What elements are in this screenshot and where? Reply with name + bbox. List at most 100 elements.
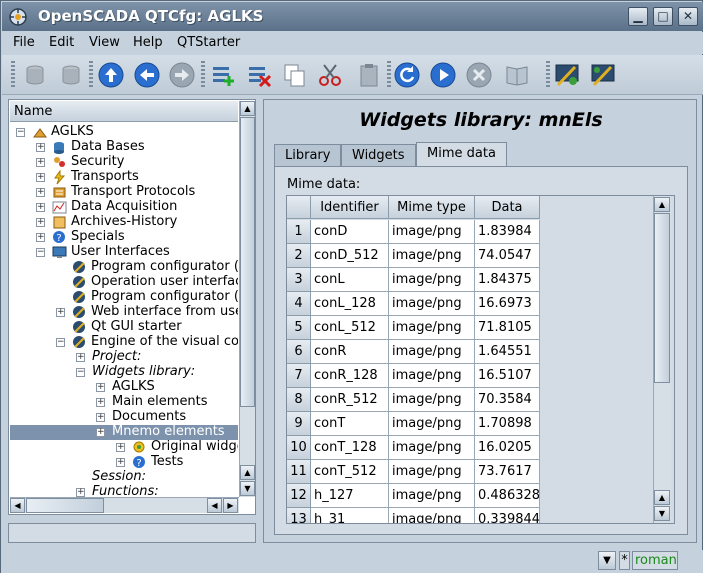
cell-mime-type[interactable]: image/png	[389, 340, 475, 364]
status-menu-icon[interactable]: ▼	[598, 551, 616, 570]
table-row[interactable]: 1 conD image/png 1.83984	[287, 220, 657, 244]
table-row[interactable]: 11 conT_512 image/png 73.7617	[287, 460, 657, 484]
close-button[interactable]: ✕	[678, 7, 698, 26]
cell-data[interactable]: 1.64551	[475, 340, 540, 364]
row-number[interactable]: 8	[287, 388, 311, 412]
add-item-icon[interactable]	[209, 61, 237, 89]
tree-item[interactable]: + AGLKS	[10, 380, 238, 395]
column-header-mime-type[interactable]: Mime type	[389, 196, 475, 219]
cell-data[interactable]: 1.84375	[475, 268, 540, 292]
expand-icon[interactable]: +	[36, 143, 45, 152]
scroll-left-arrow-icon[interactable]: ◀	[207, 498, 222, 513]
toolbar-grip[interactable]	[11, 61, 15, 89]
table-row[interactable]: 4 conL_128 image/png 16.6973	[287, 292, 657, 316]
cell-mime-type[interactable]: image/png	[389, 268, 475, 292]
row-number[interactable]: 2	[287, 244, 311, 268]
table-corner[interactable]	[287, 196, 311, 219]
table-row[interactable]: 7 conR_128 image/png 16.5107	[287, 364, 657, 388]
toolbar-grip[interactable]	[546, 61, 550, 89]
expand-icon[interactable]: +	[116, 443, 125, 452]
cell-identifier[interactable]: h_31	[311, 508, 389, 523]
navigation-tree[interactable]: − AGLKS + Data Bases + Security + Transports + Tr…	[10, 123, 238, 497]
row-number[interactable]: 3	[287, 268, 311, 292]
menu-edit[interactable]: Edit	[49, 35, 74, 50]
scroll-down-arrow-icon[interactable]: ▼	[654, 506, 670, 521]
table-row[interactable]: 6 conR image/png 1.64551	[287, 340, 657, 364]
cell-identifier[interactable]: conR_128	[311, 364, 389, 388]
expand-icon[interactable]: +	[96, 398, 105, 407]
expand-icon[interactable]: +	[96, 413, 105, 422]
cell-identifier[interactable]: conD	[311, 220, 389, 244]
collapse-icon[interactable]: −	[16, 128, 25, 137]
menu-file[interactable]: File	[13, 35, 35, 50]
column-header-identifier[interactable]: Identifier	[311, 196, 389, 219]
cell-data[interactable]: 0.339844	[475, 508, 540, 523]
tab-library[interactable]: Library	[274, 144, 342, 166]
scroll-thumb[interactable]	[240, 117, 255, 407]
expand-icon[interactable]: +	[96, 428, 105, 437]
maximize-button[interactable]: □	[653, 7, 673, 26]
expand-icon[interactable]: +	[36, 203, 45, 212]
tree-item[interactable]: − AGLKS	[10, 125, 238, 140]
toolbar-grip[interactable]	[387, 61, 391, 89]
menu-help[interactable]: Help	[133, 35, 163, 50]
db-load-icon[interactable]	[21, 61, 49, 89]
cell-data[interactable]: 74.0547	[475, 244, 540, 268]
tree-item[interactable]: + Data Acquisition	[10, 200, 238, 215]
expand-icon[interactable]: +	[36, 233, 45, 242]
qtcfg-icon[interactable]	[589, 61, 617, 89]
toolbar-grip[interactable]	[201, 61, 205, 89]
tree-item[interactable]: Qt GUI starter	[10, 320, 238, 335]
manual-icon[interactable]	[503, 61, 531, 89]
table-row[interactable]: 9 conT image/png 1.70898	[287, 412, 657, 436]
menu-view[interactable]: View	[89, 35, 120, 50]
collapse-icon[interactable]: −	[36, 248, 45, 257]
scroll-thumb[interactable]	[654, 213, 670, 383]
db-save-icon[interactable]	[57, 61, 85, 89]
scroll-up-arrow-icon[interactable]: ▲	[240, 101, 255, 116]
openscada-app-icon[interactable]	[8, 7, 28, 27]
cell-data[interactable]: 73.7617	[475, 460, 540, 484]
cell-data[interactable]: 16.0205	[475, 436, 540, 460]
cell-mime-type[interactable]: image/png	[389, 412, 475, 436]
tree-item[interactable]: − User Interfaces	[10, 245, 238, 260]
cell-data[interactable]: 0.486328	[475, 484, 540, 508]
minimize-button[interactable]: ▁	[628, 7, 648, 26]
tree-horizontal-scrollbar[interactable]: ◀ ◀ ▶	[10, 497, 239, 513]
table-row[interactable]: 8 conR_512 image/png 70.3584	[287, 388, 657, 412]
expand-icon[interactable]: +	[36, 158, 45, 167]
cell-identifier[interactable]: h_127	[311, 484, 389, 508]
tree-item[interactable]: +? Tests	[10, 455, 238, 470]
scroll-right-arrow-icon[interactable]: ▶	[223, 498, 238, 513]
title-bar[interactable]: OpenSCADA QTCfg: AGLKS ▁ □ ✕	[2, 2, 703, 31]
tree-item[interactable]: + Functions:	[10, 485, 238, 497]
collapse-icon[interactable]: −	[76, 368, 85, 377]
cell-identifier[interactable]: conT_128	[311, 436, 389, 460]
row-number[interactable]: 5	[287, 316, 311, 340]
menu-qtstarter[interactable]: QTStarter	[177, 35, 240, 50]
cell-identifier[interactable]: conL_128	[311, 292, 389, 316]
tree-item[interactable]: Program configurator (	[10, 260, 238, 275]
tree-item[interactable]: + Main elements	[10, 395, 238, 410]
expand-icon[interactable]: +	[76, 488, 85, 497]
tree-item[interactable]: Program configurator (	[10, 290, 238, 305]
refresh-icon[interactable]	[393, 61, 421, 89]
scroll-up-arrow-icon[interactable]: ▲	[240, 465, 255, 480]
cell-identifier[interactable]: conT_512	[311, 460, 389, 484]
current-user-badge[interactable]: roman	[632, 551, 678, 570]
tree-item[interactable]: + Documents	[10, 410, 238, 425]
cell-data[interactable]: 71.8105	[475, 316, 540, 340]
tree-item[interactable]: + Original widgets	[10, 440, 238, 455]
up-icon[interactable]	[97, 61, 125, 89]
paste-icon[interactable]	[355, 61, 383, 89]
tree-item[interactable]: + Security	[10, 155, 238, 170]
tree-item[interactable]: − Engine of the visual co	[10, 335, 238, 350]
cell-mime-type[interactable]: image/png	[389, 292, 475, 316]
table-row[interactable]: 10 conT_128 image/png 16.0205	[287, 436, 657, 460]
expand-icon[interactable]: +	[116, 458, 125, 467]
cell-mime-type[interactable]: image/png	[389, 436, 475, 460]
table-row[interactable]: 12 h_127 image/png 0.486328	[287, 484, 657, 508]
row-number[interactable]: 1	[287, 220, 311, 244]
tree-item[interactable]: + Data Bases	[10, 140, 238, 155]
row-number[interactable]: 4	[287, 292, 311, 316]
